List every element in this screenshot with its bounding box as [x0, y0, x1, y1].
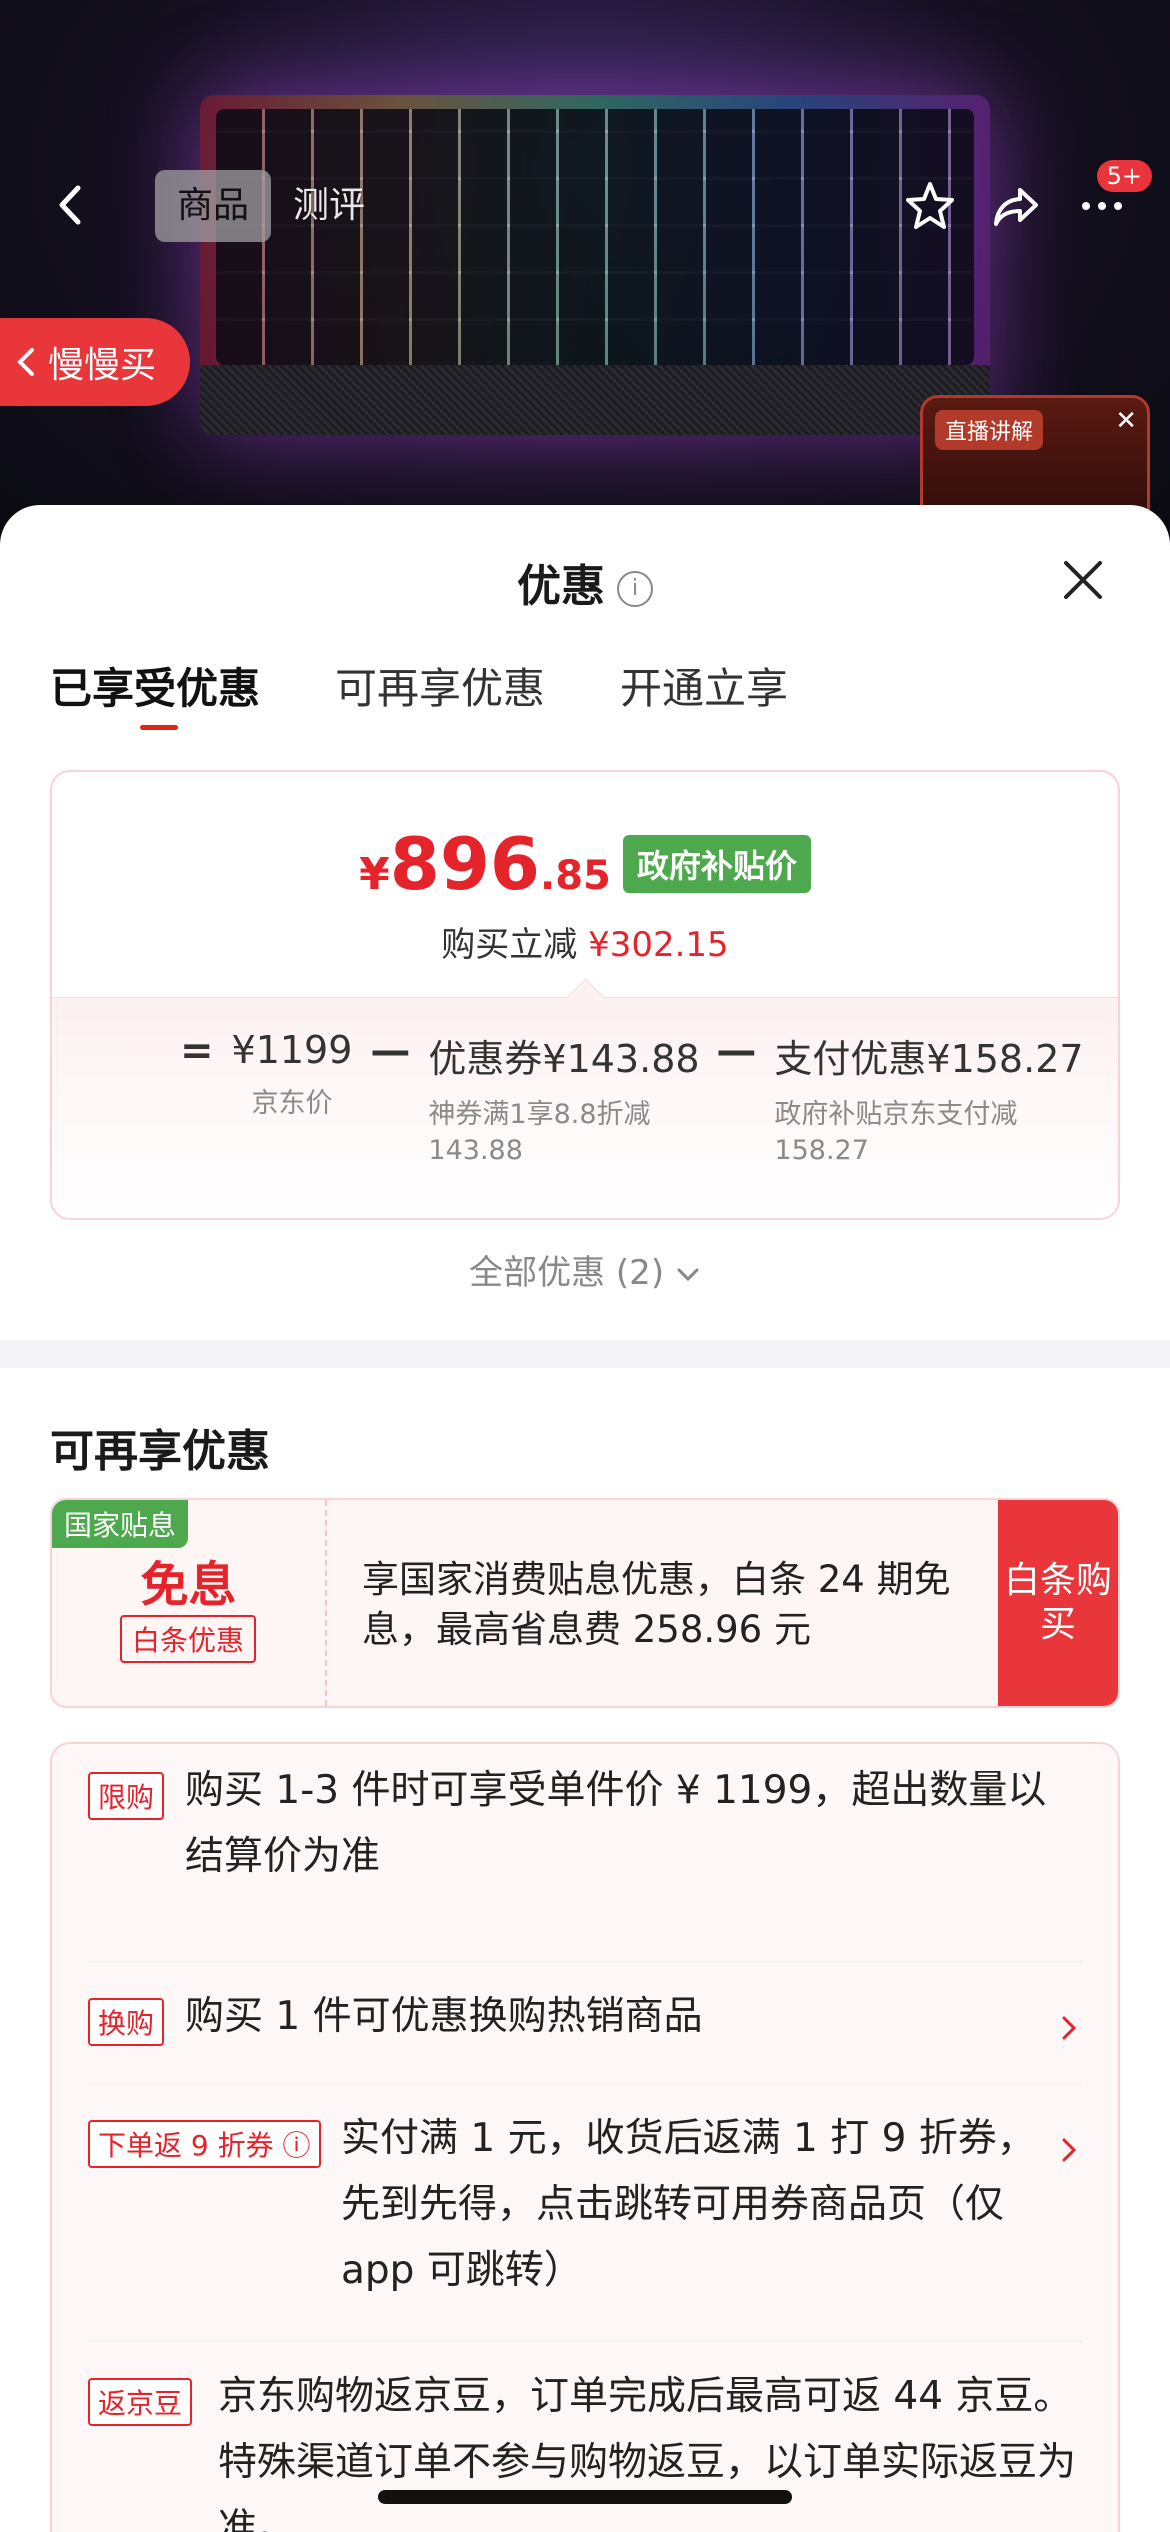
rule-tag: 限购	[88, 1772, 165, 1820]
share-icon[interactable]	[988, 178, 1044, 234]
price-breakdown-card: ¥896.85 政府补贴价 购买立减 ¥302.15 = ¥1199 京东价 —…	[50, 770, 1120, 1220]
keyboard-image	[200, 95, 990, 435]
info-icon[interactable]: i	[617, 571, 653, 607]
slow-buy-label: 慢慢买	[48, 345, 157, 386]
reduce-amount: ¥302.15	[588, 925, 729, 965]
baitiao-offer: 国家贴息 免息 白条优惠 享国家消费贴息优惠，白条 24 期免息，最高省息费 2…	[50, 1498, 1120, 1708]
close-icon[interactable]: ✕	[1115, 406, 1137, 436]
rule-tag: 下单返 9 折券 ⓘ	[88, 2120, 321, 2168]
rules-list: 限购 购买 1-3 件时可享受单件价 ¥ 1199，超出数量以结算价为准 换购 …	[50, 1742, 1120, 2532]
sheet-title: 优惠 i	[0, 550, 1170, 614]
section-divider	[0, 1340, 1170, 1368]
product-tab-bar: 商品 测评	[155, 170, 387, 242]
close-icon[interactable]	[1058, 555, 1108, 605]
rule-tag: 返京豆	[88, 2378, 193, 2426]
rule-text: 购买 1 件可优惠换购热销商品	[185, 1994, 703, 2039]
tab-more-available[interactable]: 可再享优惠	[335, 655, 545, 716]
tab-enjoyed[interactable]: 已享受优惠	[50, 655, 260, 730]
price-calc: = ¥1199 京东价 — 优惠券¥143.88 神券满1享8.8折减143.8…	[52, 997, 1118, 1218]
final-price: ¥896.85	[359, 822, 611, 906]
tab-activate[interactable]: 开通立享	[620, 655, 788, 716]
home-indicator[interactable]	[378, 2490, 792, 2504]
chevron-right-icon	[1062, 2016, 1077, 2040]
chevron-left-icon	[17, 348, 34, 376]
discount-tabs: 已享受优惠 可再享优惠 开通立享	[50, 655, 788, 730]
chevron-down-icon	[677, 1268, 699, 1281]
baitiao-buy-button[interactable]: 白条购买	[998, 1500, 1118, 1706]
baitiao-description: 享国家消费贴息优惠，白条 24 期免息，最高省息费 258.96 元	[362, 1558, 951, 1651]
notification-badge: 5+	[1096, 160, 1152, 192]
nav-actions	[902, 178, 1130, 234]
reduce-line: 购买立减 ¥302.15	[441, 925, 729, 965]
baitiao-sub-tag: 白条优惠	[120, 1615, 257, 1663]
list-item[interactable]: 换购 购买 1 件可优惠换购热销商品	[88, 1962, 1082, 2084]
rule-text: 京东购物返京豆，订单完成后最高可返 44 京豆。特殊渠道订单不参与购物返豆，以订…	[218, 2374, 1077, 2532]
rule-text: 购买 1-3 件时可享受单件价 ¥ 1199，超出数量以结算价为准	[185, 1768, 1047, 1879]
tab-product[interactable]: 商品	[155, 170, 272, 242]
interest-free-label: 免息	[140, 1557, 237, 1613]
chevron-right-icon	[1062, 2138, 1077, 2162]
tab-review[interactable]: 测评	[271, 170, 387, 242]
payment-discount-item: 支付优惠¥158.27 政府补贴京东支付减158.27	[774, 1037, 1084, 1166]
coupon-item: 优惠券¥143.88 神券满1享8.8折减143.88	[428, 1037, 700, 1166]
rule-text: 实付满 1 元，收货后返满 1 打 9 折券，先到先得，点击跳转可用券商品页（仅…	[341, 2116, 1036, 2293]
gov-subsidy-tag: 政府补贴价	[622, 835, 811, 893]
all-discounts-toggle[interactable]: 全部优惠 (2)	[0, 1245, 1170, 1294]
list-item[interactable]: 下单返 9 折券 ⓘ 实付满 1 元，收货后返满 1 打 9 折券，先到先得，点…	[88, 2084, 1082, 2342]
rule-tag: 换购	[88, 1998, 165, 2046]
national-subsidy-tag: 国家贴息	[52, 1500, 189, 1548]
slow-buy-button[interactable]: 慢慢买	[0, 318, 190, 406]
list-item: 限购 购买 1-3 件时可享受单件价 ¥ 1199，超出数量以结算价为准	[88, 1768, 1082, 1962]
live-tag: 直播讲解	[935, 410, 1044, 450]
more-discounts-title: 可再享优惠	[50, 1426, 270, 1477]
favorite-star-icon[interactable]	[902, 178, 958, 234]
discount-sheet: 优惠 i 已享受优惠 可再享优惠 开通立享 ¥896.85 政府补贴价 购买立减 …	[0, 505, 1170, 2532]
back-icon[interactable]	[50, 180, 90, 230]
base-price-item: ¥1199 京东价	[231, 1028, 353, 1119]
product-image-area: 商品 测评 5+ 慢慢买 直播讲解 ✕	[0, 0, 1170, 560]
